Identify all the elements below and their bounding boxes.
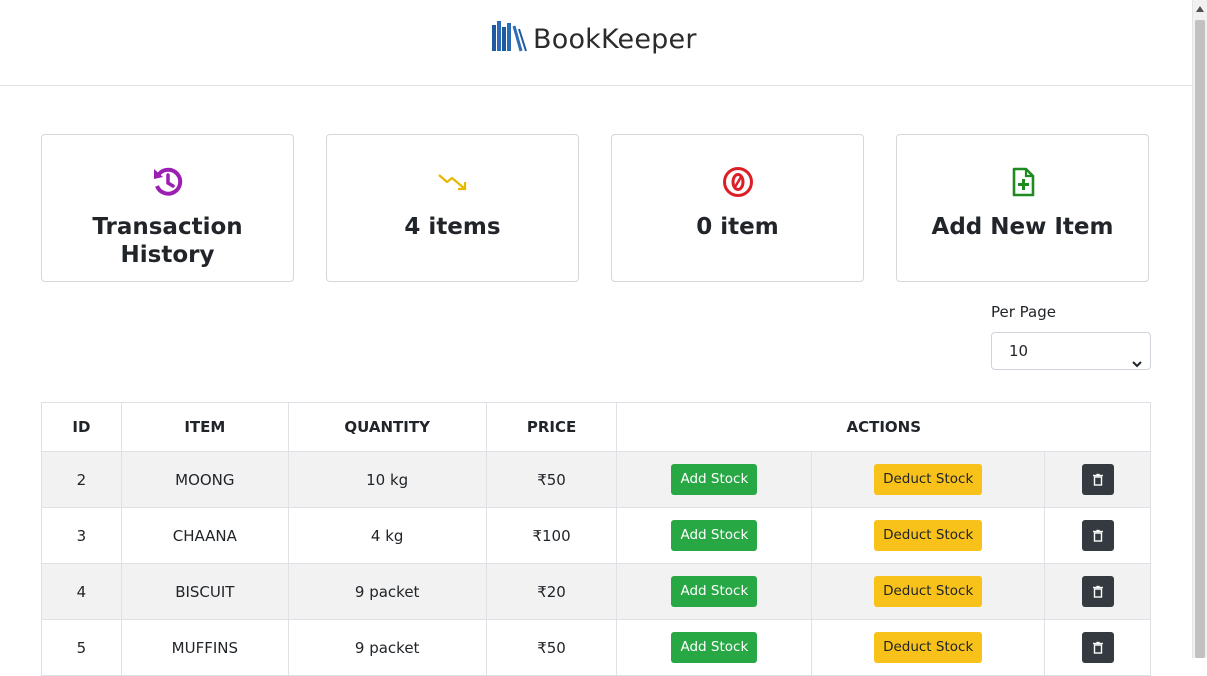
brand-name: BookKeeper	[533, 23, 697, 55]
trending-down-icon	[327, 165, 578, 199]
col-header-item: ITEM	[120, 402, 289, 452]
cell-deduct: Deduct Stock	[811, 507, 1046, 564]
add-stock-button[interactable]: Add Stock	[671, 632, 758, 663]
col-header-quantity: QUANTITY	[287, 402, 487, 452]
cell-add: Add Stock	[616, 563, 813, 620]
add-stock-button[interactable]: Add Stock	[671, 520, 758, 551]
cell-quantity: 4 kg	[287, 507, 487, 564]
col-header-price: PRICE	[485, 402, 618, 452]
cell-deduct: Deduct Stock	[811, 563, 1046, 620]
per-page-value: 10	[1009, 342, 1029, 360]
card-label: Transaction History	[92, 214, 243, 268]
delete-button[interactable]	[1081, 520, 1114, 551]
zero-circle-icon	[612, 165, 863, 199]
card-label: Add New Item	[931, 214, 1114, 240]
col-header-actions: ACTIONS	[616, 402, 1151, 452]
zero-stock-card[interactable]: 0 item	[611, 134, 864, 282]
cell-add: Add Stock	[616, 619, 813, 676]
page-scrollbar[interactable]	[1192, 0, 1207, 658]
cell-quantity: 9 packet	[287, 619, 487, 676]
deduct-stock-button[interactable]: Deduct Stock	[874, 576, 983, 607]
brand-logo[interactable]: BookKeeper	[491, 19, 697, 59]
trash-icon	[1092, 585, 1103, 598]
items-count-card[interactable]: 4 items	[326, 134, 579, 282]
col-header-id: ID	[41, 402, 122, 452]
cell-item: MOONG	[120, 451, 289, 508]
cell-delete	[1044, 563, 1151, 620]
books-icon	[491, 17, 531, 61]
delete-button[interactable]	[1081, 464, 1114, 495]
card-label: 4 items	[404, 214, 501, 240]
cell-deduct: Deduct Stock	[811, 619, 1046, 676]
deduct-stock-button[interactable]: Deduct Stock	[874, 464, 983, 495]
scrollbar-thumb[interactable]	[1195, 20, 1205, 658]
trash-icon	[1092, 529, 1103, 542]
table-row: 2 MOONG 10 kg ₹50 Add Stock Deduct Stock	[41, 451, 1151, 508]
cell-item: CHAANA	[120, 507, 289, 564]
cell-id: 2	[41, 451, 122, 508]
cell-quantity: 9 packet	[287, 563, 487, 620]
inventory-table: ID ITEM QUANTITY PRICE ACTIONS 2 MOONG 1…	[41, 402, 1151, 676]
cell-add: Add Stock	[616, 451, 813, 508]
delete-button[interactable]	[1081, 632, 1114, 663]
cell-item: MUFFINS	[120, 619, 289, 676]
cell-delete	[1044, 619, 1151, 676]
scroll-up-arrow-icon[interactable]	[1196, 6, 1204, 12]
trash-icon	[1092, 473, 1103, 486]
cell-add: Add Stock	[616, 507, 813, 564]
cell-delete	[1044, 451, 1151, 508]
cell-quantity: 10 kg	[287, 451, 487, 508]
cell-price: ₹50	[485, 619, 618, 676]
table-row: 3 CHAANA 4 kg ₹100 Add Stock Deduct Stoc…	[41, 507, 1151, 564]
cell-id: 5	[41, 619, 122, 676]
cell-price: ₹50	[485, 451, 618, 508]
delete-button[interactable]	[1081, 576, 1114, 607]
card-label: 0 item	[696, 214, 779, 240]
cell-item: BISCUIT	[120, 563, 289, 620]
transaction-history-card[interactable]: Transaction History	[41, 134, 294, 282]
add-stock-button[interactable]: Add Stock	[671, 576, 758, 607]
deduct-stock-button[interactable]: Deduct Stock	[874, 520, 983, 551]
history-icon	[42, 165, 293, 199]
trash-icon	[1092, 641, 1103, 654]
per-page-label: Per Page	[991, 303, 1056, 321]
table-header-row: ID ITEM QUANTITY PRICE ACTIONS	[41, 402, 1151, 452]
deduct-stock-button[interactable]: Deduct Stock	[874, 632, 983, 663]
cell-delete	[1044, 507, 1151, 564]
add-new-item-card[interactable]: Add New Item	[896, 134, 1149, 282]
table-row: 4 BISCUIT 9 packet ₹20 Add Stock Deduct …	[41, 563, 1151, 620]
cell-id: 4	[41, 563, 122, 620]
per-page-select[interactable]: 10	[991, 332, 1151, 370]
chevron-down-icon	[1132, 346, 1142, 382]
cell-price: ₹100	[485, 507, 618, 564]
add-stock-button[interactable]: Add Stock	[671, 464, 758, 495]
cell-price: ₹20	[485, 563, 618, 620]
cell-deduct: Deduct Stock	[811, 451, 1046, 508]
file-plus-icon	[897, 165, 1148, 199]
cell-id: 3	[41, 507, 122, 564]
navbar: BookKeeper	[0, 4, 1193, 86]
table-row: 5 MUFFINS 9 packet ₹50 Add Stock Deduct …	[41, 619, 1151, 676]
